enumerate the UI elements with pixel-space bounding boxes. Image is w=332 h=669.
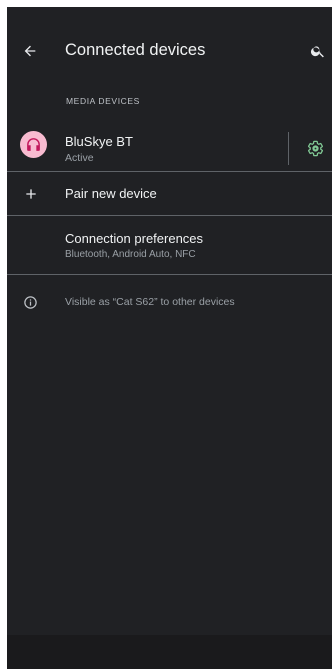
- gear-icon: [307, 140, 323, 156]
- info-icon-wrap: [22, 294, 39, 311]
- device-avatar: [20, 131, 47, 158]
- pair-new-device-row[interactable]: Pair new device: [7, 173, 332, 215]
- search-icon: [310, 46, 324, 58]
- connection-preferences-row[interactable]: Connection preferences Bluetooth, Androi…: [7, 217, 332, 273]
- section-header-media-devices: MEDIA DEVICES: [66, 96, 140, 106]
- plus-icon: [26, 189, 36, 199]
- connection-preferences-summary: Bluetooth, Android Auto, NFC: [65, 249, 196, 260]
- search-button[interactable]: [306, 39, 330, 63]
- visibility-info-row: Visible as “Cat S62” to other devices: [7, 282, 332, 312]
- back-button[interactable]: [18, 39, 42, 63]
- device-row-bluskye[interactable]: BluSkye BT Active: [7, 120, 332, 176]
- visibility-info-text: Visible as “Cat S62” to other devices: [65, 296, 235, 308]
- device-status: Active: [65, 152, 94, 164]
- screen: Connected devices MEDIA DEVICES BluSkye …: [7, 7, 332, 669]
- navigation-bar: [7, 635, 332, 669]
- connection-preferences-title: Connection preferences: [65, 231, 204, 246]
- app-bar: Connected devices: [7, 7, 332, 87]
- pair-icon-wrap: [20, 183, 42, 205]
- device-settings-button[interactable]: [304, 137, 326, 159]
- divider: [7, 215, 332, 216]
- divider: [7, 171, 332, 172]
- headphones-icon: [27, 138, 40, 151]
- page-title: Connected devices: [65, 41, 206, 59]
- info-icon: [24, 296, 37, 309]
- arrow-back-icon: [24, 45, 36, 57]
- device-name: BluSkye BT: [65, 134, 133, 149]
- divider: [7, 274, 332, 275]
- pair-new-device-label: Pair new device: [65, 186, 157, 201]
- vertical-divider: [288, 132, 289, 165]
